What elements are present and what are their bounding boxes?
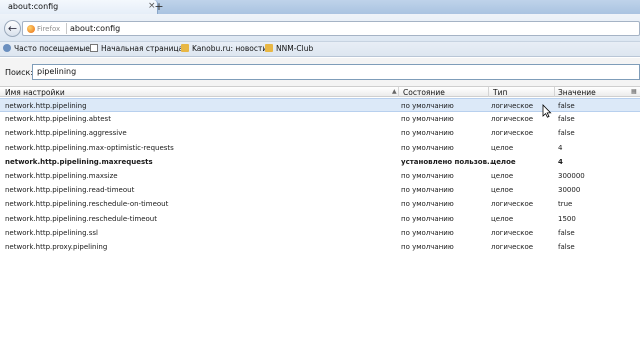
pref-status: по умолчанию	[401, 186, 454, 195]
identity-label: Firefox	[37, 24, 61, 33]
column-picker-icon[interactable]: ▦	[631, 88, 637, 95]
bookmark-kanobu[interactable]: Kanobu.ru: новости	[181, 44, 267, 56]
pref-type: логическое	[491, 129, 534, 138]
pref-status: по умолчанию	[401, 228, 454, 237]
bookmark-label: Начальная страница	[101, 44, 184, 53]
table-row[interactable]: network.http.pipelining.maxsize по умолча…	[0, 169, 640, 183]
pref-name: network.http.pipelining.maxsize	[5, 171, 118, 180]
page-icon	[90, 44, 98, 52]
table-header: Имя настройки ▲ Состояние Тип Значение ▦	[0, 86, 640, 97]
pref-type: целое	[491, 157, 516, 166]
firefox-icon	[27, 25, 35, 33]
pref-status: по умолчанию	[401, 143, 454, 152]
pref-value: false	[558, 102, 575, 110]
column-divider[interactable]	[554, 87, 555, 97]
url-separator	[66, 23, 67, 34]
pref-value: 4	[558, 157, 563, 166]
back-button[interactable]: ←	[4, 20, 21, 37]
pref-name: network.http.pipelining.reschedule-timeo…	[5, 214, 157, 223]
bookmark-label: Kanobu.ru: новости	[192, 44, 268, 53]
mouse-cursor-icon	[542, 104, 552, 118]
pref-status: по умолчанию	[401, 102, 454, 110]
pref-name: network.http.pipelining	[5, 102, 87, 110]
pref-value: false	[558, 242, 575, 251]
pref-value: 4	[558, 143, 563, 152]
pref-name: network.http.proxy.pipelining	[5, 242, 108, 251]
column-header-name[interactable]: Имя настройки	[5, 88, 65, 97]
preferences-table: network.http.pipelining по умолчанию логич…	[0, 98, 640, 254]
pref-value: 1500	[558, 214, 576, 223]
tab-about-config[interactable]: about:config ×	[0, 0, 158, 14]
pref-type: логическое	[491, 115, 534, 124]
pref-name: network.http.pipelining.maxrequests	[5, 157, 153, 166]
pref-status: установлено пользов...	[401, 157, 496, 166]
table-row[interactable]: network.http.pipelining.read-timeout по у…	[0, 183, 640, 197]
tab-title: about:config	[8, 2, 59, 11]
pref-status: по умолчанию	[401, 171, 454, 180]
pref-type: логическое	[491, 102, 534, 110]
pref-status: по умолчанию	[401, 200, 454, 209]
pref-type: логическое	[491, 228, 534, 237]
bookmark-most-visited[interactable]: Часто посещаемые	[3, 44, 90, 56]
url-bar[interactable]: Firefox about:config	[22, 21, 640, 36]
folder-icon	[181, 44, 189, 52]
table-row[interactable]: network.http.pipelining.reschedule-timeo…	[0, 212, 640, 226]
pref-name: network.http.pipelining.aggressive	[5, 129, 127, 138]
column-header-status[interactable]: Состояние	[403, 88, 445, 97]
new-tab-button[interactable]: +	[152, 0, 166, 14]
pref-type: логическое	[491, 200, 534, 209]
search-input[interactable]: pipelining	[32, 64, 640, 80]
bookmark-label: NNM-Club	[276, 44, 314, 53]
pref-name: network.http.pipelining.read-timeout	[5, 186, 135, 195]
pref-value: true	[558, 200, 573, 209]
table-row[interactable]: network.http.pipelining.maxrequests устан…	[0, 155, 640, 169]
url-text[interactable]: about:config	[70, 24, 120, 33]
sort-icon[interactable]: ▲	[392, 88, 397, 95]
pref-name: network.http.pipelining.abtest	[5, 115, 111, 124]
column-header-type[interactable]: Тип	[493, 88, 507, 97]
pref-value: false	[558, 228, 575, 237]
folder-icon	[265, 44, 273, 52]
column-header-value[interactable]: Значение	[558, 88, 596, 97]
bookmarks-bar: Часто посещаемые Начальная страница Kano…	[0, 42, 640, 57]
pref-type: целое	[491, 186, 514, 195]
pref-type: логическое	[491, 242, 534, 251]
tab-strip: about:config × +	[0, 0, 640, 14]
pref-name: network.http.pipelining.ssl	[5, 228, 98, 237]
pref-type: целое	[491, 171, 514, 180]
search-label: Поиск:	[5, 68, 34, 77]
pref-value: 30000	[558, 186, 581, 195]
pref-status: по умолчанию	[401, 129, 454, 138]
pref-status: по умолчанию	[401, 242, 454, 251]
table-row[interactable]: network.http.proxy.pipelining по умолчани…	[0, 240, 640, 254]
pref-name: network.http.pipelining.max-optimistic-r…	[5, 143, 174, 152]
bookmark-nnm-club[interactable]: NNM-Club	[265, 44, 313, 56]
pref-value: false	[558, 115, 575, 124]
table-row[interactable]: network.http.pipelining.ssl по умолчанию л…	[0, 226, 640, 240]
bookmark-label: Часто посещаемые	[14, 44, 90, 53]
table-row[interactable]: network.http.pipelining.max-optimistic-r…	[0, 141, 640, 155]
table-row[interactable]: network.http.pipelining.aggressive по умо…	[0, 126, 640, 140]
table-row[interactable]: network.http.pipelining.reschedule-on-ti…	[0, 197, 640, 211]
gear-icon	[3, 44, 11, 52]
pref-status: по умолчанию	[401, 214, 454, 223]
bookmark-start-page[interactable]: Начальная страница	[90, 44, 183, 56]
pref-type: целое	[491, 143, 514, 152]
pref-type: целое	[491, 214, 514, 223]
pref-value: 300000	[558, 171, 585, 180]
pref-value: false	[558, 129, 575, 138]
pref-name: network.http.pipelining.reschedule-on-ti…	[5, 200, 169, 209]
pref-status: по умолчанию	[401, 115, 454, 124]
column-divider[interactable]	[488, 87, 489, 97]
column-divider[interactable]	[398, 87, 399, 97]
